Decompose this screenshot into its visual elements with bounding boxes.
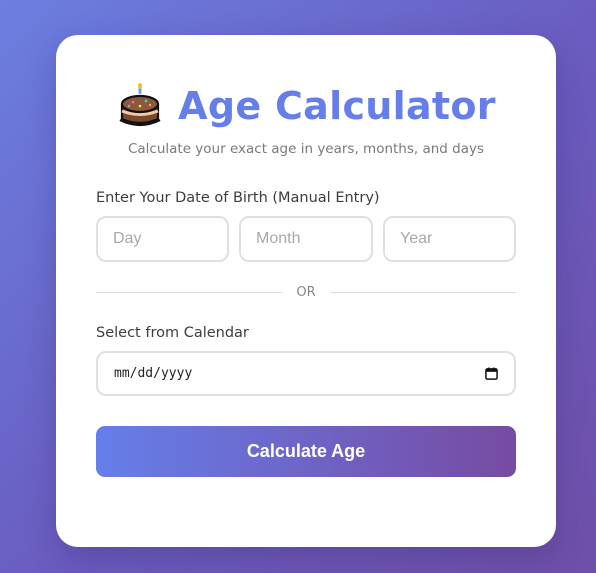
- year-input[interactable]: [383, 216, 516, 262]
- divider-line-left: [96, 292, 282, 293]
- day-input[interactable]: [96, 216, 229, 262]
- date-placeholder-text: mm/dd/yyyy: [114, 366, 193, 381]
- or-divider-text: OR: [296, 285, 316, 300]
- divider-line-right: [330, 292, 516, 293]
- page-subtitle: Calculate your exact age in years, month…: [127, 141, 485, 157]
- calculate-age-button[interactable]: Calculate Age: [96, 426, 516, 477]
- page-title: Age Calculator: [178, 84, 496, 128]
- age-calculator-card: Age Calculator Calculate your exact age …: [56, 35, 556, 547]
- dob-manual-label: Enter Your Date of Birth (Manual Entry): [96, 190, 380, 206]
- month-input[interactable]: [239, 216, 373, 262]
- calendar-icon[interactable]: [485, 367, 498, 380]
- date-picker-input[interactable]: mm/dd/yyyy: [96, 351, 516, 396]
- title-row: Age Calculator: [56, 81, 556, 131]
- calendar-label: Select from Calendar: [96, 325, 249, 341]
- birthday-cake-icon: [119, 83, 161, 127]
